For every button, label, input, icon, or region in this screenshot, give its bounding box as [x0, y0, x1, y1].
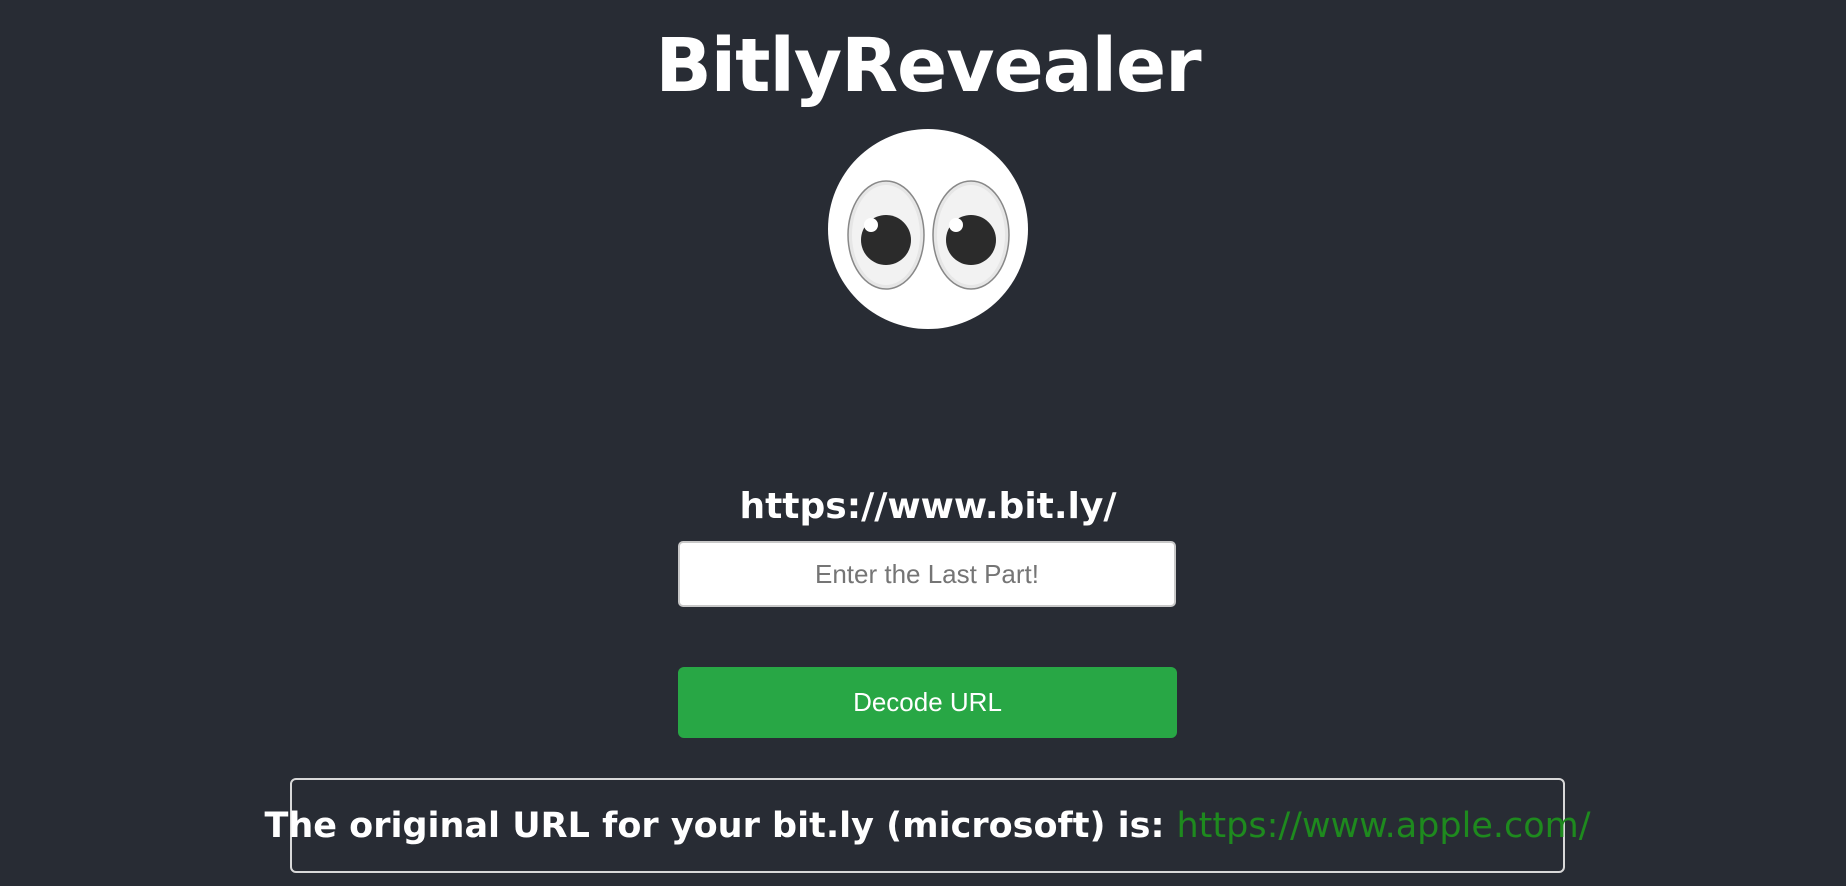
app-page: BitlyRevealer https://www.bit.ly/ Decode… — [0, 0, 1846, 886]
result-box: The original URL for your bit.ly (micros… — [264, 778, 1591, 873]
url-prefix-label: https://www.bit.ly/ — [739, 486, 1117, 527]
eyes-emoji-icon — [828, 129, 1028, 329]
decode-url-button[interactable]: Decode URL — [678, 667, 1177, 738]
original-url-link[interactable]: https://www.apple.com/ — [1176, 806, 1590, 846]
short-code-input[interactable] — [678, 541, 1176, 607]
app-title: BitlyRevealer — [655, 23, 1201, 109]
result-message: The original URL for your bit.ly (micros… — [264, 805, 1165, 846]
